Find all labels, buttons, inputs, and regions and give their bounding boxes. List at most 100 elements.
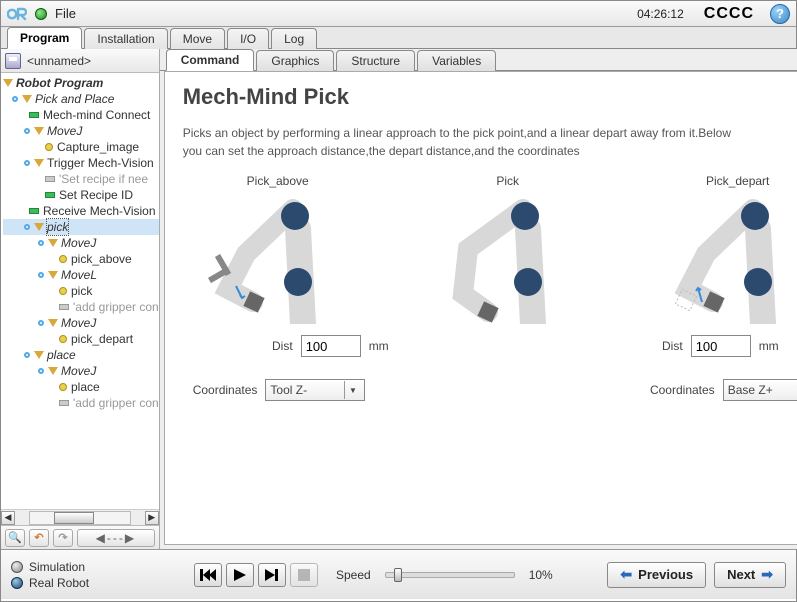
simulation-icon bbox=[11, 561, 23, 573]
file-menu[interactable]: File bbox=[55, 6, 76, 21]
coord-label-2: Coordinates bbox=[650, 383, 715, 397]
mm-label-2: mm bbox=[759, 339, 779, 353]
play-button[interactable] bbox=[226, 563, 254, 587]
depart-coord-select[interactable]: Base Z+ ▼ bbox=[723, 379, 797, 401]
chevron-down-icon: ▼ bbox=[344, 381, 360, 399]
panel-title: Mech-Mind Pick bbox=[183, 84, 797, 110]
scroll-thumb[interactable] bbox=[54, 512, 94, 524]
ur-logo-icon bbox=[7, 5, 27, 23]
undo-button[interactable]: ↶ bbox=[29, 529, 49, 547]
program-name-label[interactable]: <unnamed> bbox=[27, 54, 91, 68]
depart-coord-value: Base Z+ bbox=[728, 383, 773, 397]
tab-program[interactable]: Program bbox=[7, 27, 82, 49]
scroll-left-icon[interactable]: ◀ bbox=[1, 511, 15, 525]
approach-coord-group: Coordinates Tool Z- ▼ bbox=[193, 379, 366, 401]
status-indicator: CCCC bbox=[704, 5, 754, 23]
panel-description: Picks an object by performing a linear a… bbox=[183, 124, 743, 160]
tree-pick-selected[interactable]: pick bbox=[3, 219, 159, 235]
step-icon bbox=[265, 569, 279, 581]
scroll-right-icon[interactable]: ▶ bbox=[145, 511, 159, 525]
speed-slider[interactable] bbox=[385, 572, 515, 578]
depart-distance-group: Dist mm bbox=[603, 335, 797, 357]
magnifier-icon: 🔍 bbox=[8, 531, 22, 544]
subtab-graphics[interactable]: Graphics bbox=[256, 50, 334, 71]
tree-set-recipe-comment[interactable]: 'Set recipe if nee bbox=[3, 171, 159, 187]
tab-io[interactable]: I/O bbox=[227, 28, 269, 49]
top-menubar: File 04:26:12 CCCC ? bbox=[1, 1, 796, 27]
tree-place-wp[interactable]: place bbox=[3, 379, 159, 395]
program-tree-panel: <unnamed> Robot Program Pick and Place M… bbox=[1, 49, 160, 549]
tree-pick-wp[interactable]: pick bbox=[3, 283, 159, 299]
approach-distance-group: Dist mm bbox=[213, 335, 433, 357]
tree-movej-2[interactable]: MoveJ bbox=[3, 235, 159, 251]
coord-label-1: Coordinates bbox=[193, 383, 258, 397]
tree-add-gripper-2[interactable]: 'add gripper con bbox=[3, 395, 159, 411]
zoom-button[interactable]: 🔍 bbox=[5, 529, 25, 547]
tree-mech-connect[interactable]: Mech-mind Connect bbox=[3, 107, 159, 123]
robot-col-pick: Pick bbox=[423, 174, 593, 327]
robot-approach-icon bbox=[198, 194, 358, 324]
stop-icon bbox=[298, 569, 310, 581]
next-button[interactable]: Next➡ bbox=[714, 562, 786, 588]
rewind-icon bbox=[200, 569, 216, 581]
robot-pick-icon bbox=[428, 194, 588, 324]
robot-col-depart: Pick_depart bbox=[653, 174, 797, 327]
col-title-depart: Pick_depart bbox=[653, 174, 797, 188]
approach-distance-input[interactable] bbox=[301, 335, 361, 357]
clock-display: 04:26:12 bbox=[637, 7, 684, 21]
arrow-left-icon: ⬅ bbox=[620, 566, 632, 583]
program-tree[interactable]: Robot Program Pick and Place Mech-mind C… bbox=[1, 73, 159, 509]
real-robot-icon bbox=[11, 577, 23, 589]
subtab-variables[interactable]: Variables bbox=[417, 50, 496, 71]
coordinates-row: Coordinates Tool Z- ▼ Coordinates Base Z… bbox=[183, 357, 797, 401]
run-status-icon bbox=[35, 8, 47, 20]
speed-label: Speed bbox=[336, 568, 371, 582]
tree-pick-and-place[interactable]: Pick and Place bbox=[3, 91, 159, 107]
step-button[interactable] bbox=[258, 563, 286, 587]
save-icon[interactable] bbox=[5, 53, 21, 69]
step-nav-button[interactable]: ◀---▶ bbox=[77, 529, 155, 547]
main-tab-strip: Program Installation Move I/O Log bbox=[1, 27, 796, 49]
tree-nav-toolbar: 🔍 ↶ ↷ ◀---▶ bbox=[1, 525, 159, 549]
help-icon[interactable]: ? bbox=[770, 4, 790, 24]
approach-coord-select[interactable]: Tool Z- ▼ bbox=[265, 379, 365, 401]
tree-pick-depart[interactable]: pick_depart bbox=[3, 331, 159, 347]
run-mode-group: Simulation Real Robot bbox=[11, 559, 186, 591]
sub-tab-strip: Command Graphics Structure Variables bbox=[160, 49, 797, 71]
tree-capture[interactable]: Capture_image bbox=[3, 139, 159, 155]
tab-move[interactable]: Move bbox=[170, 28, 225, 49]
tree-horiz-scrollbar[interactable]: ◀ ▶ bbox=[1, 509, 159, 525]
approach-coord-value: Tool Z- bbox=[270, 383, 307, 397]
tab-installation[interactable]: Installation bbox=[84, 28, 167, 49]
stop-button[interactable] bbox=[290, 563, 318, 587]
depart-distance-input[interactable] bbox=[691, 335, 751, 357]
subtab-command[interactable]: Command bbox=[166, 49, 255, 71]
slider-knob[interactable] bbox=[394, 568, 402, 582]
redo-button[interactable]: ↷ bbox=[53, 529, 73, 547]
tree-place[interactable]: place bbox=[3, 347, 159, 363]
col-title-approach: Pick_above bbox=[193, 174, 363, 188]
playback-controls bbox=[194, 563, 318, 587]
rewind-button[interactable] bbox=[194, 563, 222, 587]
command-panel: Mech-Mind Pick Picks an object by perfor… bbox=[164, 71, 797, 545]
subtab-structure[interactable]: Structure bbox=[336, 50, 415, 71]
tree-trigger[interactable]: Trigger Mech-Vision bbox=[3, 155, 159, 171]
arrow-right-icon: ➡ bbox=[761, 566, 773, 583]
tree-movej-3[interactable]: MoveJ bbox=[3, 315, 159, 331]
tree-add-gripper-1[interactable]: 'add gripper con bbox=[3, 299, 159, 315]
tree-pick-above[interactable]: pick_above bbox=[3, 251, 159, 267]
speed-percent: 10% bbox=[529, 568, 553, 582]
undo-icon: ↶ bbox=[34, 531, 43, 544]
real-robot-mode[interactable]: Real Robot bbox=[11, 575, 186, 591]
mm-label-1: mm bbox=[369, 339, 389, 353]
tree-set-recipe-id[interactable]: Set Recipe ID bbox=[3, 187, 159, 203]
tab-log[interactable]: Log bbox=[271, 28, 317, 49]
tree-receive[interactable]: Receive Mech-Vision bbox=[3, 203, 159, 219]
simulation-mode[interactable]: Simulation bbox=[11, 559, 186, 575]
tree-movej-1[interactable]: MoveJ bbox=[3, 123, 159, 139]
tree-movej-4[interactable]: MoveJ bbox=[3, 363, 159, 379]
tree-root[interactable]: Robot Program bbox=[3, 75, 159, 91]
previous-button[interactable]: ⬅Previous bbox=[607, 562, 706, 588]
tree-movel[interactable]: MoveL bbox=[3, 267, 159, 283]
dist-label-2: Dist bbox=[647, 339, 683, 353]
